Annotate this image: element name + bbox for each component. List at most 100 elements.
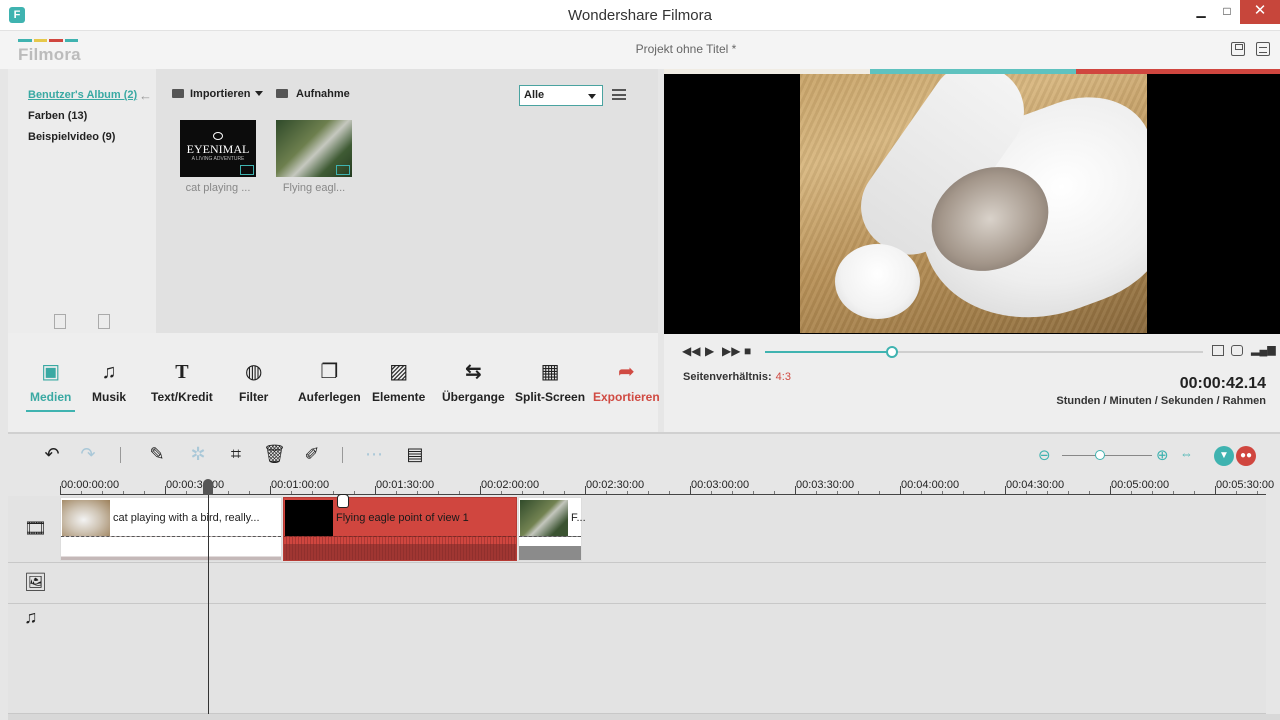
audio-mix-icon[interactable]: ⋯ bbox=[364, 444, 384, 464]
timeline-scrollbar[interactable] bbox=[8, 714, 1280, 720]
seek-handle[interactable] bbox=[886, 346, 899, 358]
stop-icon[interactable]: ■ bbox=[744, 344, 751, 358]
aspect-value: 4:3 bbox=[775, 371, 791, 383]
clip-thumbnail bbox=[285, 500, 333, 536]
album-user[interactable]: Benutzer's Album (2) bbox=[28, 89, 137, 101]
export-icon: ➦ bbox=[617, 361, 635, 383]
ruler-label: 00:00:30:00 bbox=[166, 479, 225, 491]
record-button[interactable]: Aufnahme bbox=[276, 88, 350, 100]
ruler-label: 00:01:00:00 bbox=[271, 479, 330, 491]
tab-text[interactable]: T Text/Kredit bbox=[151, 361, 213, 404]
timeline-ruler[interactable]: 00:00:00:00 00:00:30:00 00:01:00:00 00:01:3… bbox=[8, 476, 1280, 496]
ruler-minor-tick bbox=[1089, 491, 1090, 494]
snapshot-icon[interactable] bbox=[1231, 345, 1243, 356]
timecode: 00:00:42.14 bbox=[1179, 375, 1266, 392]
tab-overlay[interactable]: ❐ Auferlegen bbox=[298, 361, 361, 404]
zoom-in-icon[interactable]: ⊕ bbox=[1156, 446, 1169, 464]
delete-icon[interactable]: 🗑 bbox=[263, 444, 286, 464]
clip-title: cat playing with a bird, really... bbox=[113, 512, 260, 524]
menu-icon[interactable] bbox=[1256, 42, 1270, 56]
play-icon[interactable]: ▶ bbox=[705, 344, 714, 358]
ruler-minor-tick bbox=[858, 491, 859, 494]
fit-icon[interactable]: ⇔ bbox=[1180, 446, 1193, 461]
album-colors[interactable]: Farben (13) bbox=[28, 110, 87, 122]
maximize-button[interactable]: □ bbox=[1212, 0, 1242, 24]
rewind-icon[interactable]: ◀◀ bbox=[682, 344, 700, 358]
delete-album-icon[interactable] bbox=[98, 314, 110, 329]
ruler-minor-tick bbox=[648, 491, 649, 494]
aspect-ratio[interactable]: Seitenverhältnis: 4:3 bbox=[683, 371, 791, 383]
close-button[interactable]: ✕ bbox=[1240, 0, 1280, 24]
tab-label: Auferlegen bbox=[298, 390, 361, 404]
album-sample-video[interactable]: Beispielvideo (9) bbox=[28, 131, 115, 143]
playhead[interactable] bbox=[208, 480, 209, 720]
music-icon: ♫ bbox=[101, 361, 117, 383]
marker-icon[interactable]: ▼ bbox=[1214, 446, 1234, 466]
save-icon[interactable] bbox=[1231, 42, 1245, 56]
timeline-clip-selected[interactable]: Flying eagle point of view 1 bbox=[283, 497, 517, 561]
timeline-clip[interactable]: cat playing with a bird, really... bbox=[60, 497, 282, 561]
tab-transitions[interactable]: ⇆ Übergange bbox=[442, 361, 505, 404]
left-gutter bbox=[0, 69, 8, 720]
filter-value: Alle bbox=[524, 89, 545, 101]
tab-media[interactable]: ▣ Medien bbox=[25, 361, 76, 412]
tab-label: Exportieren bbox=[593, 390, 660, 404]
import-button[interactable]: Importieren bbox=[172, 88, 263, 100]
media-filter-select[interactable]: Alle bbox=[519, 85, 603, 106]
tab-label: Medien bbox=[30, 390, 72, 404]
volume-icon[interactable]: ▂▄▆ bbox=[1251, 343, 1276, 356]
fullscreen-icon[interactable] bbox=[1212, 345, 1224, 356]
ruler-minor-tick bbox=[333, 491, 334, 494]
ruler-label: 00:00:00:00 bbox=[61, 479, 120, 491]
ruler-minor-tick bbox=[564, 491, 565, 494]
crop-icon[interactable]: ⌗ bbox=[226, 444, 246, 464]
bird-image bbox=[835, 244, 920, 319]
media-icon: ▣ bbox=[41, 361, 61, 383]
video-preview-frame[interactable] bbox=[800, 74, 1147, 333]
video-badge-icon bbox=[240, 165, 254, 175]
zoom-handle[interactable] bbox=[1095, 450, 1105, 460]
back-arrow-icon[interactable]: ← bbox=[139, 88, 152, 103]
tab-label: Übergange bbox=[442, 390, 505, 404]
timeline-clip[interactable]: F... bbox=[518, 497, 586, 561]
export-button[interactable]: ➦ Exportieren bbox=[593, 361, 660, 404]
ruler-minor-tick bbox=[312, 491, 313, 494]
list-view-icon[interactable] bbox=[612, 89, 626, 100]
color-picker-icon[interactable]: ✐ bbox=[302, 444, 322, 464]
edit-pencil-icon[interactable]: ✎ bbox=[147, 444, 167, 464]
ruler-minor-tick bbox=[1047, 491, 1048, 494]
tab-label: Musik bbox=[92, 390, 127, 404]
record-audio-icon[interactable]: ●● bbox=[1236, 446, 1256, 466]
image-icon: 🖼 bbox=[24, 572, 47, 592]
ruler-minor-tick bbox=[921, 491, 922, 494]
add-album-icon[interactable] bbox=[54, 314, 66, 329]
tab-filter[interactable]: ◍ Filter bbox=[239, 361, 268, 404]
tab-split-screen[interactable]: ▦ Split-Screen bbox=[515, 361, 585, 404]
ruler-label: 00:04:30:00 bbox=[1006, 479, 1065, 491]
speed-icon[interactable]: ✲ bbox=[188, 444, 208, 464]
ruler-minor-tick bbox=[711, 491, 712, 494]
undo-icon[interactable]: ↶ bbox=[42, 444, 62, 464]
zoom-slider[interactable] bbox=[1062, 455, 1152, 456]
timecode-label: Stunden / Minuten / Sekunden / Rahmen bbox=[1056, 395, 1266, 407]
ruler-minor-tick bbox=[1194, 491, 1195, 494]
playhead-handle[interactable] bbox=[203, 479, 213, 495]
tab-music[interactable]: ♫ Musik bbox=[92, 361, 126, 404]
tab-elements[interactable]: ▨ Elemente bbox=[372, 361, 425, 404]
seek-bar[interactable] bbox=[765, 346, 1203, 358]
settings-icon[interactable]: ▤ bbox=[405, 444, 425, 464]
ruler-minor-tick bbox=[354, 491, 355, 494]
ruler-label: 00:05:30:00 bbox=[1216, 479, 1275, 491]
fast-forward-icon[interactable]: ▶▶ bbox=[722, 344, 740, 358]
media-thumb-eagle[interactable] bbox=[276, 120, 352, 177]
redo-icon[interactable]: ↷ bbox=[78, 444, 98, 464]
film-icon: 🎞 bbox=[24, 518, 47, 538]
media-thumb-cat[interactable]: EYENIMAL A LIVING ADVENTURE bbox=[180, 120, 256, 177]
ruler-minor-tick bbox=[144, 491, 145, 494]
aspect-label: Seitenverhältnis: bbox=[683, 371, 772, 383]
zoom-out-icon[interactable]: ⊖ bbox=[1038, 446, 1051, 464]
camera-icon bbox=[276, 89, 288, 98]
ruler-label: 00:02:30:00 bbox=[586, 479, 645, 491]
ruler-minor-tick bbox=[942, 491, 943, 494]
ruler-minor-tick bbox=[291, 491, 292, 494]
